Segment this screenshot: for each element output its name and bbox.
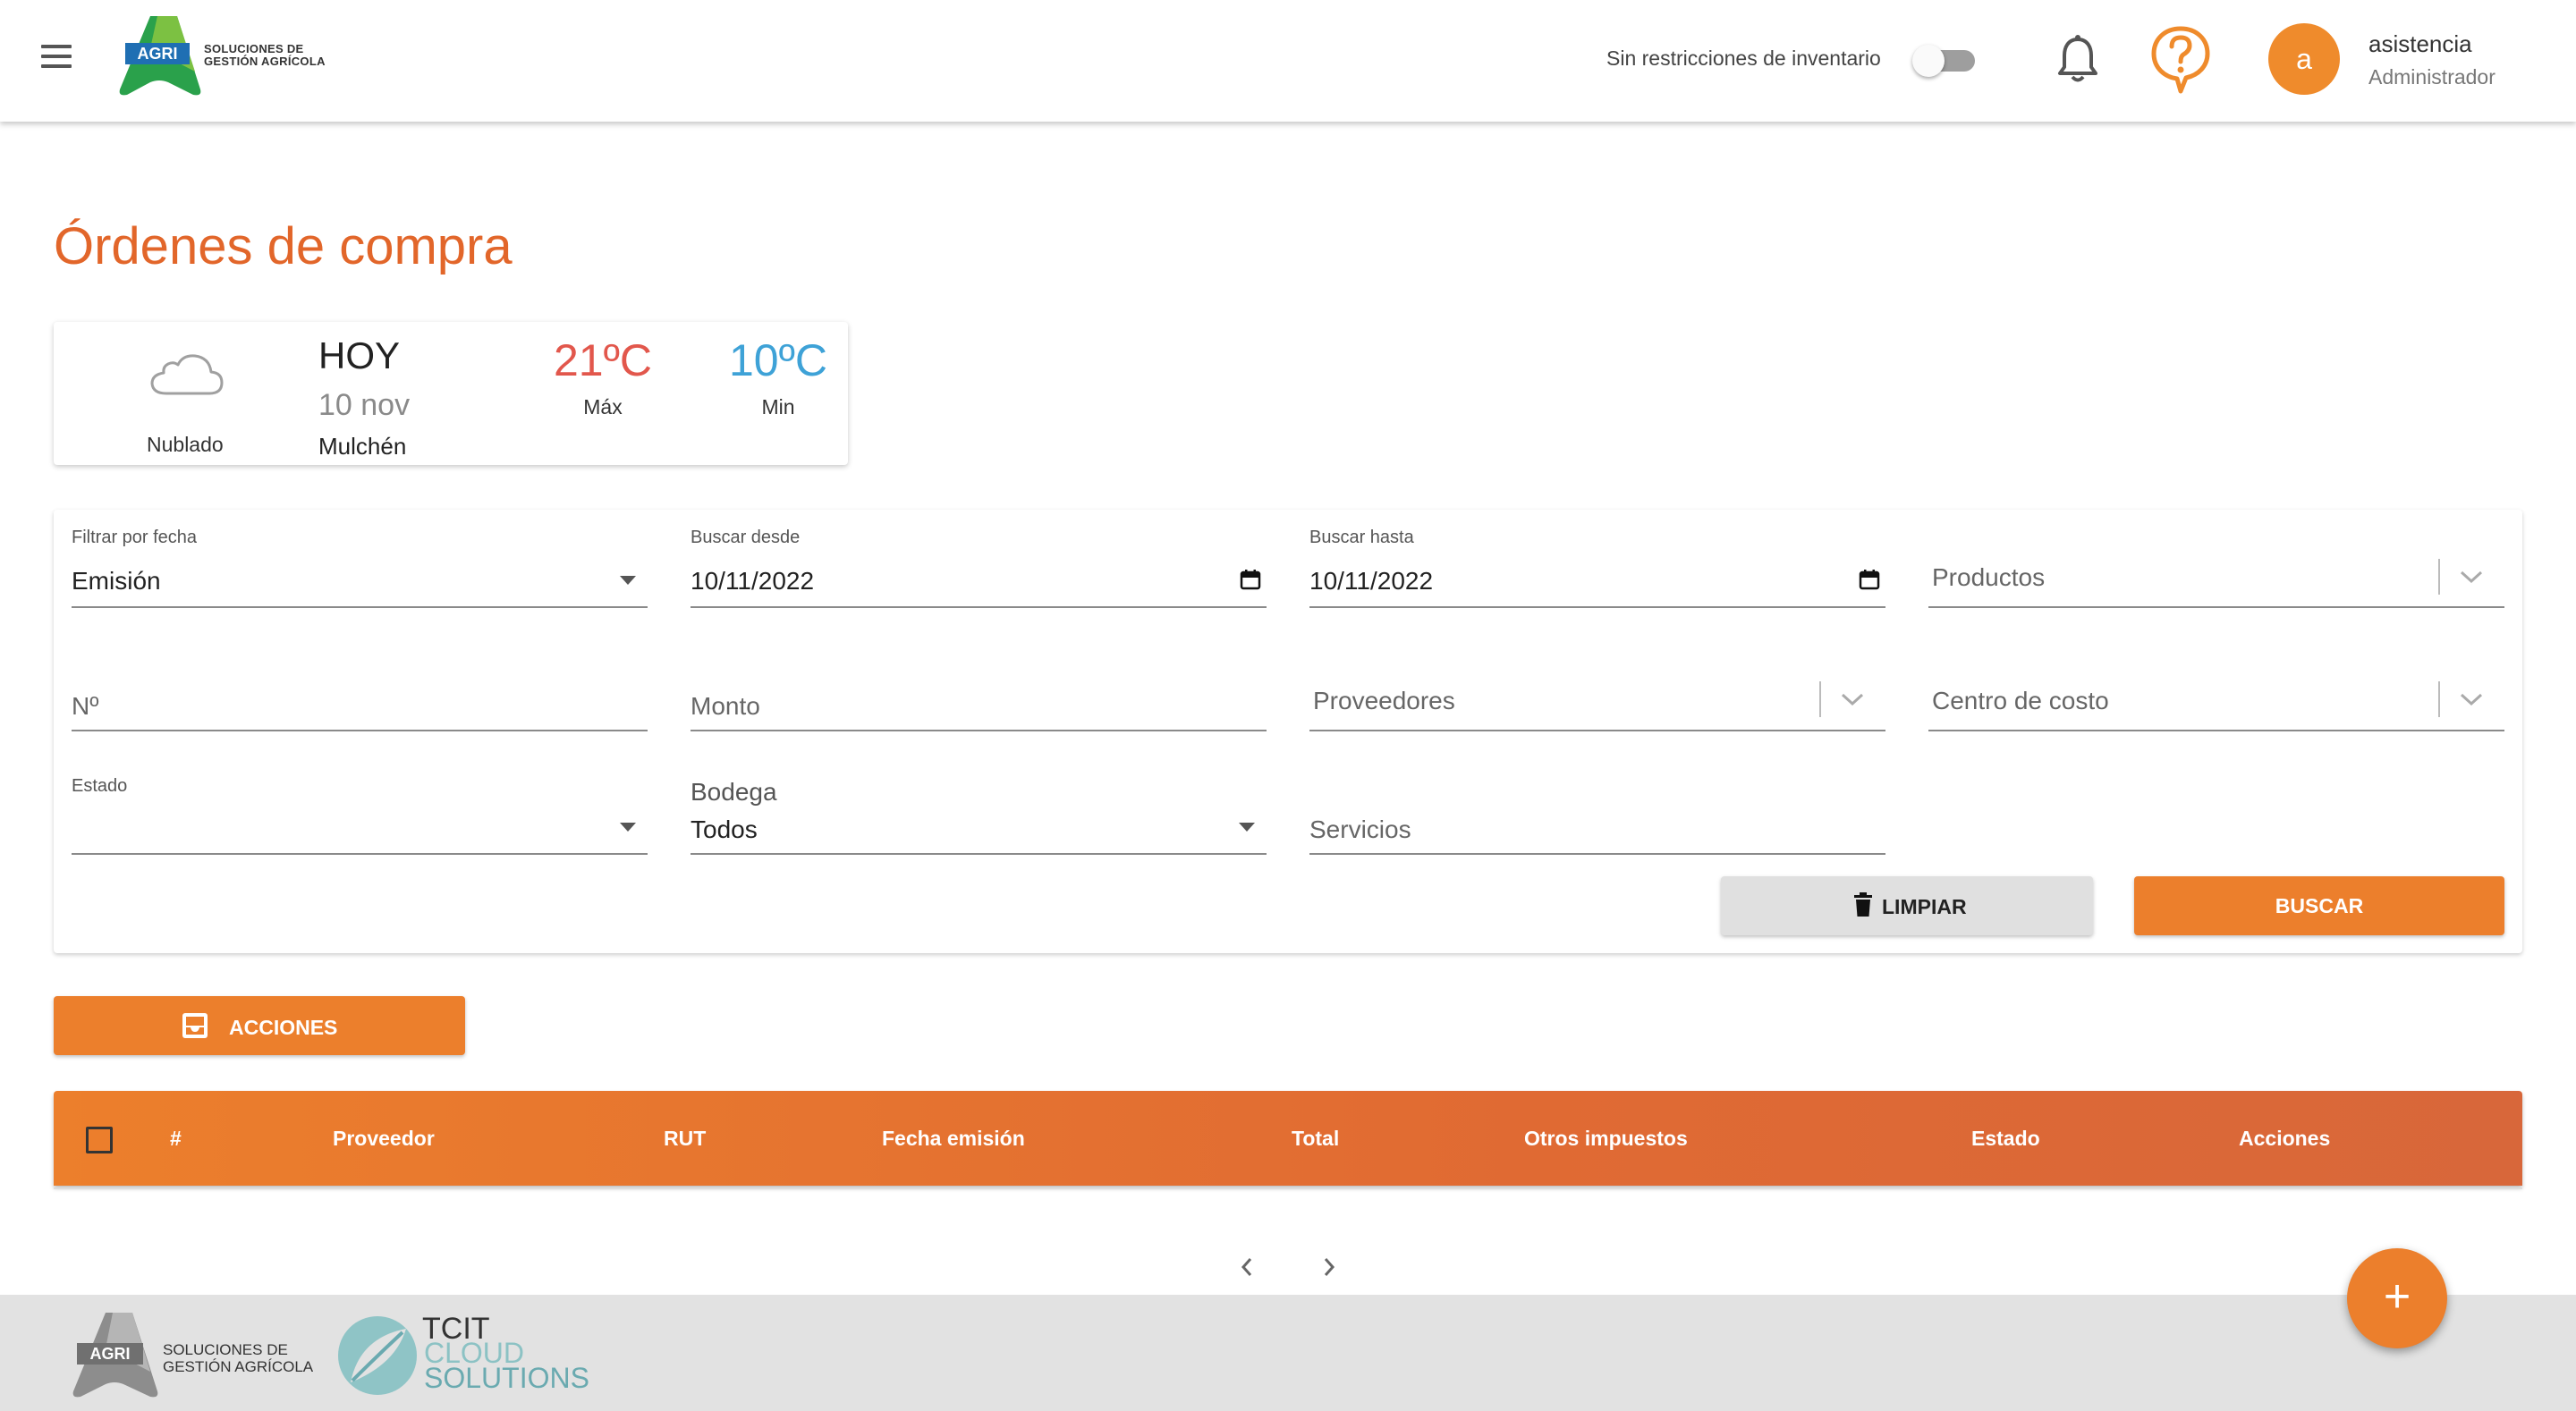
min-temp: 10ºC (729, 335, 827, 385)
max-temp-label: Máx (583, 395, 623, 418)
max-temp: 21ºC (554, 335, 652, 385)
inbox-icon (182, 1013, 208, 1038)
caret-down-icon[interactable] (1239, 823, 1255, 832)
search-from-input[interactable]: 10/11/2022 (691, 567, 814, 596)
user-name[interactable]: asistencia (2368, 30, 2472, 58)
logo-text: SOLUCIONES DE GESTIÓN AGRÍCOLA (204, 42, 326, 68)
solutions-text: SOLUTIONS (424, 1362, 589, 1394)
help-icon[interactable] (2150, 25, 2211, 97)
column-header-status[interactable]: Estado (1971, 1127, 2040, 1151)
svg-text:AGRI: AGRI (138, 45, 178, 63)
agri-logo-mark: AGRI (119, 16, 201, 96)
weather-today: HOY (318, 334, 401, 376)
status-underline (72, 853, 648, 855)
caret-down-icon[interactable] (620, 576, 636, 585)
column-header-supplier[interactable]: Proveedor (333, 1127, 435, 1151)
calendar-icon[interactable] (1239, 568, 1262, 591)
number-underline (72, 730, 648, 731)
min-temp-label: Min (761, 395, 795, 418)
products-select[interactable]: Productos (1932, 563, 2045, 592)
chevron-down-icon[interactable] (1839, 690, 1866, 708)
footer: AGRI SOLUCIONES DE GESTIÓN AGRÍCOLA TCIT… (0, 1295, 2576, 1411)
weather-condition: Nublado (147, 433, 224, 456)
agri-logo[interactable]: AGRI SOLUCIONES DE GESTIÓN AGRÍCOLA (114, 13, 338, 98)
trash-icon (1854, 892, 1872, 917)
clear-button[interactable]: LIMPIAR (1721, 876, 2093, 935)
suppliers-select[interactable]: Proveedores (1313, 687, 1455, 715)
table-header: # Proveedor RUT Fecha emisión Total Otro… (54, 1091, 2522, 1186)
weather-city: Mulchén (318, 433, 407, 460)
svg-text:AGRI: AGRI (90, 1345, 131, 1363)
column-header-actions[interactable]: Acciones (2239, 1127, 2330, 1151)
clear-button-label: LIMPIAR (1882, 895, 1967, 918)
amount-input[interactable]: Monto (691, 692, 760, 721)
products-underline (1928, 606, 2504, 608)
chevron-down-icon[interactable] (2458, 568, 2485, 586)
inventory-toggle[interactable] (1912, 45, 1980, 77)
warehouse-label: Bodega (691, 778, 777, 806)
suppliers-underline (1309, 730, 1885, 731)
actions-button-label: ACCIONES (229, 1016, 338, 1039)
bell-icon[interactable] (2055, 34, 2100, 84)
services-underline (1309, 853, 1885, 855)
status-label: Estado (72, 776, 128, 796)
column-header-rut[interactable]: RUT (664, 1127, 706, 1151)
search-from-underline (691, 606, 1267, 608)
amount-underline (691, 730, 1267, 731)
number-input[interactable]: Nº (72, 692, 98, 721)
add-button[interactable]: + (2347, 1248, 2447, 1348)
chevron-left-icon[interactable] (1236, 1254, 1258, 1280)
agri-footer-logo-text: SOLUCIONES DE GESTIÓN AGRÍCOLA (163, 1341, 314, 1375)
search-button[interactable]: BUSCAR (2134, 876, 2504, 935)
column-header-number[interactable]: # (170, 1127, 182, 1151)
user-role: Administrador (2368, 65, 2496, 89)
chevron-right-icon[interactable] (1318, 1254, 1340, 1280)
select-separator (2438, 559, 2440, 595)
warehouse-select[interactable]: Todos (691, 815, 758, 844)
actions-button[interactable]: ACCIONES (54, 996, 465, 1055)
inventory-toggle-label: Sin restricciones de inventario (1606, 46, 1881, 70)
table-divider (54, 1187, 2522, 1189)
services-input[interactable]: Servicios (1309, 815, 1411, 844)
search-from-label: Buscar desde (691, 528, 801, 547)
search-to-input[interactable]: 10/11/2022 (1309, 567, 1433, 596)
page-title: Órdenes de compra (54, 217, 513, 275)
weather-date: 10 nov (318, 388, 411, 422)
weather-card: Nublado HOY 10 nov Mulchén 21ºC Máx 10ºC… (54, 322, 848, 465)
cost-center-select[interactable]: Centro de costo (1932, 687, 2109, 715)
column-header-total[interactable]: Total (1292, 1127, 1339, 1151)
column-header-issue-date[interactable]: Fecha emisión (882, 1127, 1025, 1151)
search-to-label: Buscar hasta (1309, 528, 1414, 547)
filter-date-select[interactable]: Emisión (72, 567, 161, 596)
select-all-checkbox[interactable] (86, 1127, 113, 1153)
top-app-bar: AGRI SOLUCIONES DE GESTIÓN AGRÍCOLA Sin … (0, 0, 2576, 122)
filter-date-label: Filtrar por fecha (72, 528, 198, 547)
menu-icon[interactable] (41, 45, 77, 75)
avatar[interactable]: a (2268, 23, 2340, 95)
agri-footer-logo: AGRI (72, 1313, 158, 1398)
column-header-other-taxes[interactable]: Otros impuestos (1524, 1127, 1688, 1151)
chevron-down-icon[interactable] (2458, 690, 2485, 708)
search-to-underline (1309, 606, 1885, 608)
select-separator (2438, 681, 2440, 717)
filter-date-underline (72, 606, 648, 608)
select-separator (1819, 681, 1821, 717)
caret-down-icon[interactable] (620, 823, 636, 832)
cloud-icon (150, 354, 224, 395)
warehouse-underline (691, 853, 1267, 855)
calendar-icon[interactable] (1858, 568, 1881, 591)
cost-center-underline (1928, 730, 2504, 731)
tcit-leaf-logo (338, 1316, 417, 1395)
